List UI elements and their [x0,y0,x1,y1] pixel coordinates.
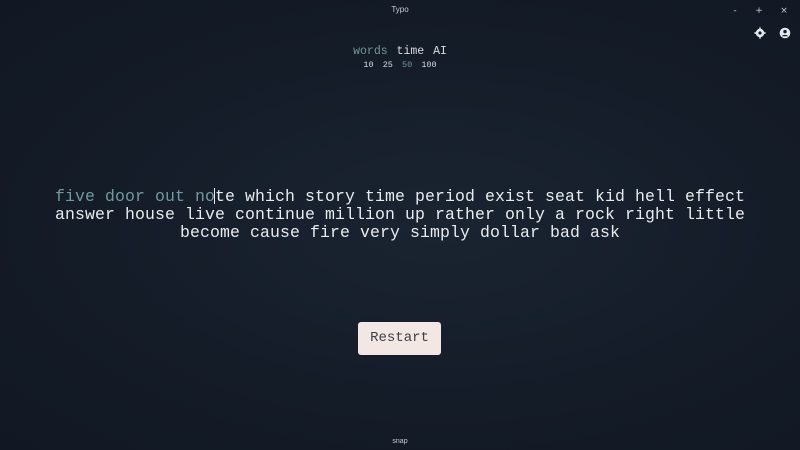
restart-button[interactable]: Restart [358,322,441,355]
window-title: Typo [391,5,409,14]
title-bar: Typo - + × [0,0,800,22]
footer-label: snap [392,438,408,445]
count-100[interactable]: 100 [421,60,436,70]
typing-line-1: five door out note which story time peri… [20,188,780,206]
mode-words[interactable]: words [353,45,388,58]
mode-selector: words time AI [0,45,800,58]
untyped-text: te which story time period exist seat ki… [214,187,746,206]
maximize-button[interactable]: + [752,4,766,18]
minimize-button[interactable]: - [728,4,742,18]
mode-ai[interactable]: AI [433,45,447,58]
word-count-selector: 10 25 50 100 [0,60,800,70]
typing-line-2: answer house live continue million up ra… [54,205,746,224]
count-50[interactable]: 50 [402,60,412,70]
account-icon[interactable] [779,26,791,39]
count-10[interactable]: 10 [363,60,373,70]
mode-time[interactable]: time [397,45,425,58]
app-window: Typo - + × words time AI 10 25 50 100 fi… [0,0,800,450]
settings-icon[interactable] [754,26,766,39]
typing-text[interactable]: five door out note which story time peri… [20,188,780,242]
close-button[interactable]: × [777,4,791,18]
typed-text: five door out no [54,187,215,206]
count-25[interactable]: 25 [383,60,393,70]
typing-line-3: become cause fire very simply dollar bad… [179,223,621,242]
